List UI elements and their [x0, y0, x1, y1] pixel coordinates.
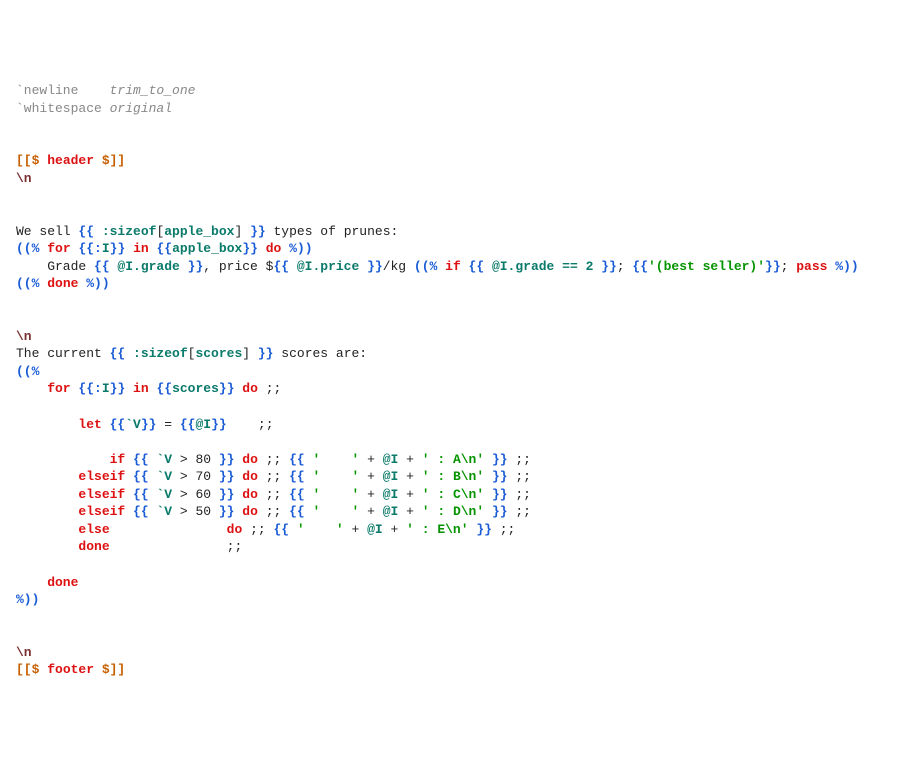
inner-done: done ;; — [16, 539, 242, 554]
elseif-row: elseif {{ `V > 50 }} do ;; {{ ' ' + @I +… — [16, 504, 531, 519]
footer-block: [[$ footer $]] — [16, 662, 125, 677]
elseif-row: elseif {{ `V > 60 }} do ;; {{ ' ' + @I +… — [16, 487, 531, 502]
done-1: ((% done %)) — [16, 276, 110, 291]
else-row: else do ;; {{ ' ' + @I + ' : E\n' }} ;; — [16, 522, 515, 537]
newline-escape: \n — [16, 171, 32, 186]
let-line: let {{`V}} = {{@I}} ;; — [16, 417, 274, 432]
sell-line: We sell {{ :sizeof[apple_box] }} types o… — [16, 224, 398, 239]
elseif-row: elseif {{ `V > 70 }} do ;; {{ ' ' + @I +… — [16, 469, 531, 484]
for-loop-2: for {{:I}} in {{scores}} do ;; — [16, 381, 281, 396]
block-close: %)) — [16, 592, 39, 607]
newline-escape: \n — [16, 645, 32, 660]
scores-line: The current {{ :sizeof[scores] }} scores… — [16, 346, 367, 361]
directive-newline: `newline trim_to_one — [16, 83, 195, 98]
code-block: `newline trim_to_one `whitespace origina… — [16, 82, 887, 679]
if-row: if {{ `V > 80 }} do ;; {{ ' ' + @I + ' :… — [16, 452, 531, 467]
header-block: [[$ header $]] — [16, 153, 125, 168]
directive-whitespace: `whitespace original — [16, 101, 172, 116]
grade-line: Grade {{ @I.grade }}, price ${{ @I.price… — [16, 259, 859, 274]
newline-escape: \n — [16, 329, 32, 344]
for-loop-1: ((% for {{:I}} in {{apple_box}} do %)) — [16, 241, 313, 256]
block-open: ((% — [16, 364, 39, 379]
outer-done: done — [16, 575, 78, 590]
